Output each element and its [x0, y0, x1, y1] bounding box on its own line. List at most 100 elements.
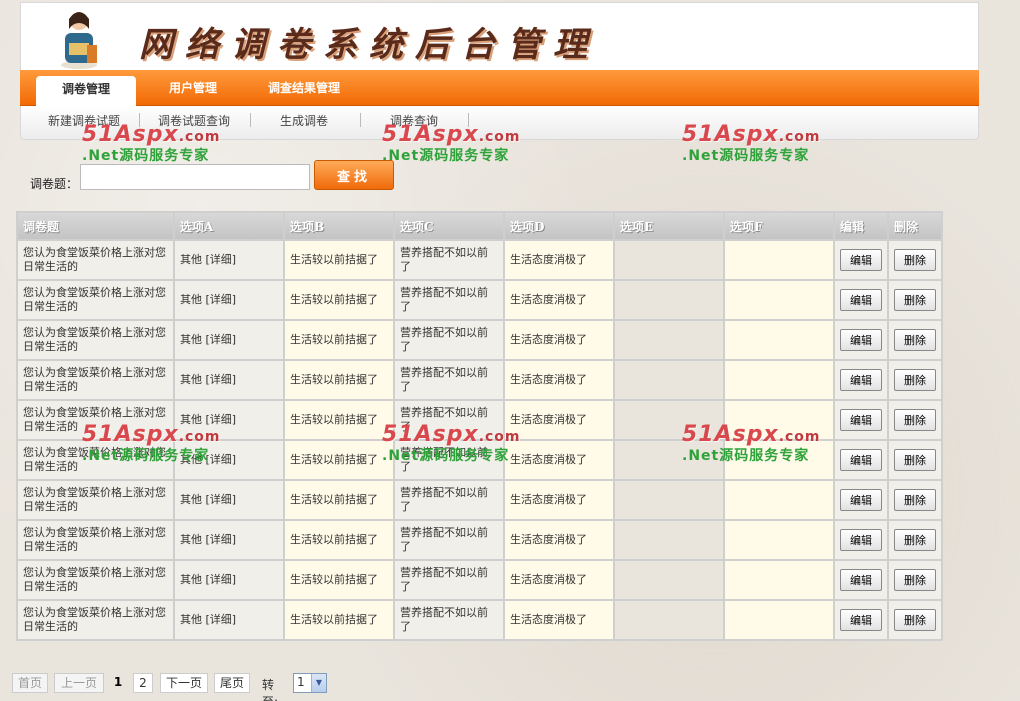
- edit-button[interactable]: 编辑: [840, 569, 882, 591]
- subnav-item-new-question[interactable]: 新建调卷试题: [48, 112, 120, 129]
- cell-option-f: [725, 321, 833, 359]
- delete-button[interactable]: 删除: [894, 369, 936, 391]
- delete-button[interactable]: 删除: [894, 329, 936, 351]
- cell-question: 您认为食堂饭菜价格上涨对您日常生活的: [18, 321, 173, 359]
- cell-option-d: 生活态度消极了: [505, 601, 613, 639]
- cell-option-d: 生活态度消极了: [505, 521, 613, 559]
- cell-option-b: 生活较以前拮据了: [285, 321, 393, 359]
- cell-option-b: 生活较以前拮据了: [285, 241, 393, 279]
- header-banner: 网络调卷系统后台管理: [20, 2, 979, 70]
- cell-option-c: 营养搭配不如以前了: [395, 241, 503, 279]
- cell-question: 您认为食堂饭菜价格上涨对您日常生活的: [18, 361, 173, 399]
- cell-delete-button: 删除: [889, 481, 941, 519]
- col-header-option-a: 选项A: [175, 213, 283, 239]
- cell-option-e: [615, 321, 723, 359]
- chevron-down-icon[interactable]: ▼: [311, 674, 326, 692]
- cell-option-d: 生活态度消极了: [505, 561, 613, 599]
- edit-button[interactable]: 编辑: [840, 289, 882, 311]
- cell-delete-button: 删除: [889, 441, 941, 479]
- watermark-slogan: .Net源码服务专家: [82, 148, 210, 164]
- pager-last[interactable]: 尾页: [214, 673, 250, 693]
- edit-button[interactable]: 编辑: [840, 529, 882, 551]
- cell-option-c: 营养搭配不如以前了: [395, 401, 503, 439]
- edit-button[interactable]: 编辑: [840, 249, 882, 271]
- delete-button[interactable]: 删除: [894, 529, 936, 551]
- cell-option-c: 营养搭配不如以前了: [395, 561, 503, 599]
- pager-page-2[interactable]: 2: [133, 673, 153, 693]
- table-row: 您认为食堂饭菜价格上涨对您日常生活的 其他 [详细] 生活较以前拮据了 营养搭配不如以…: [18, 281, 941, 319]
- subnav-item-generate-survey[interactable]: 生成调卷: [280, 112, 328, 129]
- pager-goto-select[interactable]: 1 ▼: [293, 673, 327, 693]
- delete-button[interactable]: 删除: [894, 249, 936, 271]
- cell-option-f: [725, 441, 833, 479]
- subnav-item-question-search[interactable]: 调卷试题查询: [158, 112, 230, 129]
- subnav-divider: [250, 113, 251, 127]
- cell-edit-button: 编辑: [835, 561, 887, 599]
- cell-option-e: [615, 601, 723, 639]
- cell-edit-button: 编辑: [835, 361, 887, 399]
- edit-button[interactable]: 编辑: [840, 409, 882, 431]
- cell-edit-button: 编辑: [835, 601, 887, 639]
- cell-question: 您认为食堂饭菜价格上涨对您日常生活的: [18, 601, 173, 639]
- cell-option-f: [725, 521, 833, 559]
- table-row: 您认为食堂饭菜价格上涨对您日常生活的 其他 [详细] 生活较以前拮据了 营养搭配不如以…: [18, 401, 941, 439]
- tab-survey-management[interactable]: 调卷管理: [36, 76, 136, 106]
- pager-prev[interactable]: 上一页: [54, 673, 104, 693]
- table-row: 您认为食堂饭菜价格上涨对您日常生活的 其他 [详细] 生活较以前拮据了 营养搭配不如以…: [18, 321, 941, 359]
- delete-button[interactable]: 删除: [894, 489, 936, 511]
- cell-delete-button: 删除: [889, 521, 941, 559]
- edit-button[interactable]: 编辑: [840, 329, 882, 351]
- cell-question: 您认为食堂饭菜价格上涨对您日常生活的: [18, 441, 173, 479]
- cell-option-c: 营养搭配不如以前了: [395, 441, 503, 479]
- tab-user-management[interactable]: 用户管理: [143, 76, 243, 106]
- col-header-option-d: 选项D: [505, 213, 613, 239]
- cell-option-a: 其他 [详细]: [175, 561, 283, 599]
- cell-option-a: 其他 [详细]: [175, 521, 283, 559]
- cell-delete-button: 删除: [889, 361, 941, 399]
- edit-button[interactable]: 编辑: [840, 489, 882, 511]
- table-row: 您认为食堂饭菜价格上涨对您日常生活的 其他 [详细] 生活较以前拮据了 营养搭配不如以…: [18, 561, 941, 599]
- subnav-item-survey-search[interactable]: 调卷查询: [390, 112, 438, 129]
- pager-goto-value: 1: [297, 675, 305, 689]
- cell-edit-button: 编辑: [835, 441, 887, 479]
- cell-option-c: 营养搭配不如以前了: [395, 521, 503, 559]
- tab-results-management[interactable]: 调查结果管理: [254, 76, 354, 106]
- delete-button[interactable]: 删除: [894, 449, 936, 471]
- col-header-edit: 编辑: [835, 213, 887, 239]
- cell-option-e: [615, 361, 723, 399]
- cell-option-e: [615, 441, 723, 479]
- edit-button[interactable]: 编辑: [840, 369, 882, 391]
- main-nav: 调卷管理 用户管理 调查结果管理: [20, 70, 979, 106]
- cell-edit-button: 编辑: [835, 401, 887, 439]
- cell-option-a: 其他 [详细]: [175, 601, 283, 639]
- cell-delete-button: 删除: [889, 561, 941, 599]
- edit-button[interactable]: 编辑: [840, 449, 882, 471]
- cell-question: 您认为食堂饭菜价格上涨对您日常生活的: [18, 401, 173, 439]
- search-input[interactable]: [80, 164, 310, 190]
- cell-option-f: [725, 561, 833, 599]
- pager-page-1[interactable]: 1: [110, 673, 126, 693]
- cell-edit-button: 编辑: [835, 321, 887, 359]
- cell-option-b: 生活较以前拮据了: [285, 601, 393, 639]
- delete-button[interactable]: 删除: [894, 569, 936, 591]
- pager-next[interactable]: 下一页: [160, 673, 208, 693]
- cell-question: 您认为食堂饭菜价格上涨对您日常生活的: [18, 521, 173, 559]
- cell-option-d: 生活态度消极了: [505, 401, 613, 439]
- delete-button[interactable]: 删除: [894, 409, 936, 431]
- search-button[interactable]: 查找: [314, 160, 394, 190]
- table-row: 您认为食堂饭菜价格上涨对您日常生活的 其他 [详细] 生活较以前拮据了 营养搭配不如以…: [18, 441, 941, 479]
- reading-girl-logo-icon: [61, 12, 97, 69]
- pager-first[interactable]: 首页: [12, 673, 48, 693]
- cell-option-f: [725, 241, 833, 279]
- delete-button[interactable]: 删除: [894, 609, 936, 631]
- table-row: 您认为食堂饭菜价格上涨对您日常生活的 其他 [详细] 生活较以前拮据了 营养搭配不如以…: [18, 481, 941, 519]
- delete-button[interactable]: 删除: [894, 289, 936, 311]
- cell-option-a: 其他 [详细]: [175, 361, 283, 399]
- col-header-question: 调卷题: [18, 213, 173, 239]
- subnav-divider: [360, 113, 361, 127]
- cell-edit-button: 编辑: [835, 241, 887, 279]
- cell-option-f: [725, 401, 833, 439]
- cell-option-b: 生活较以前拮据了: [285, 281, 393, 319]
- edit-button[interactable]: 编辑: [840, 609, 882, 631]
- table-row: 您认为食堂饭菜价格上涨对您日常生活的 其他 [详细] 生活较以前拮据了 营养搭配不如以…: [18, 521, 941, 559]
